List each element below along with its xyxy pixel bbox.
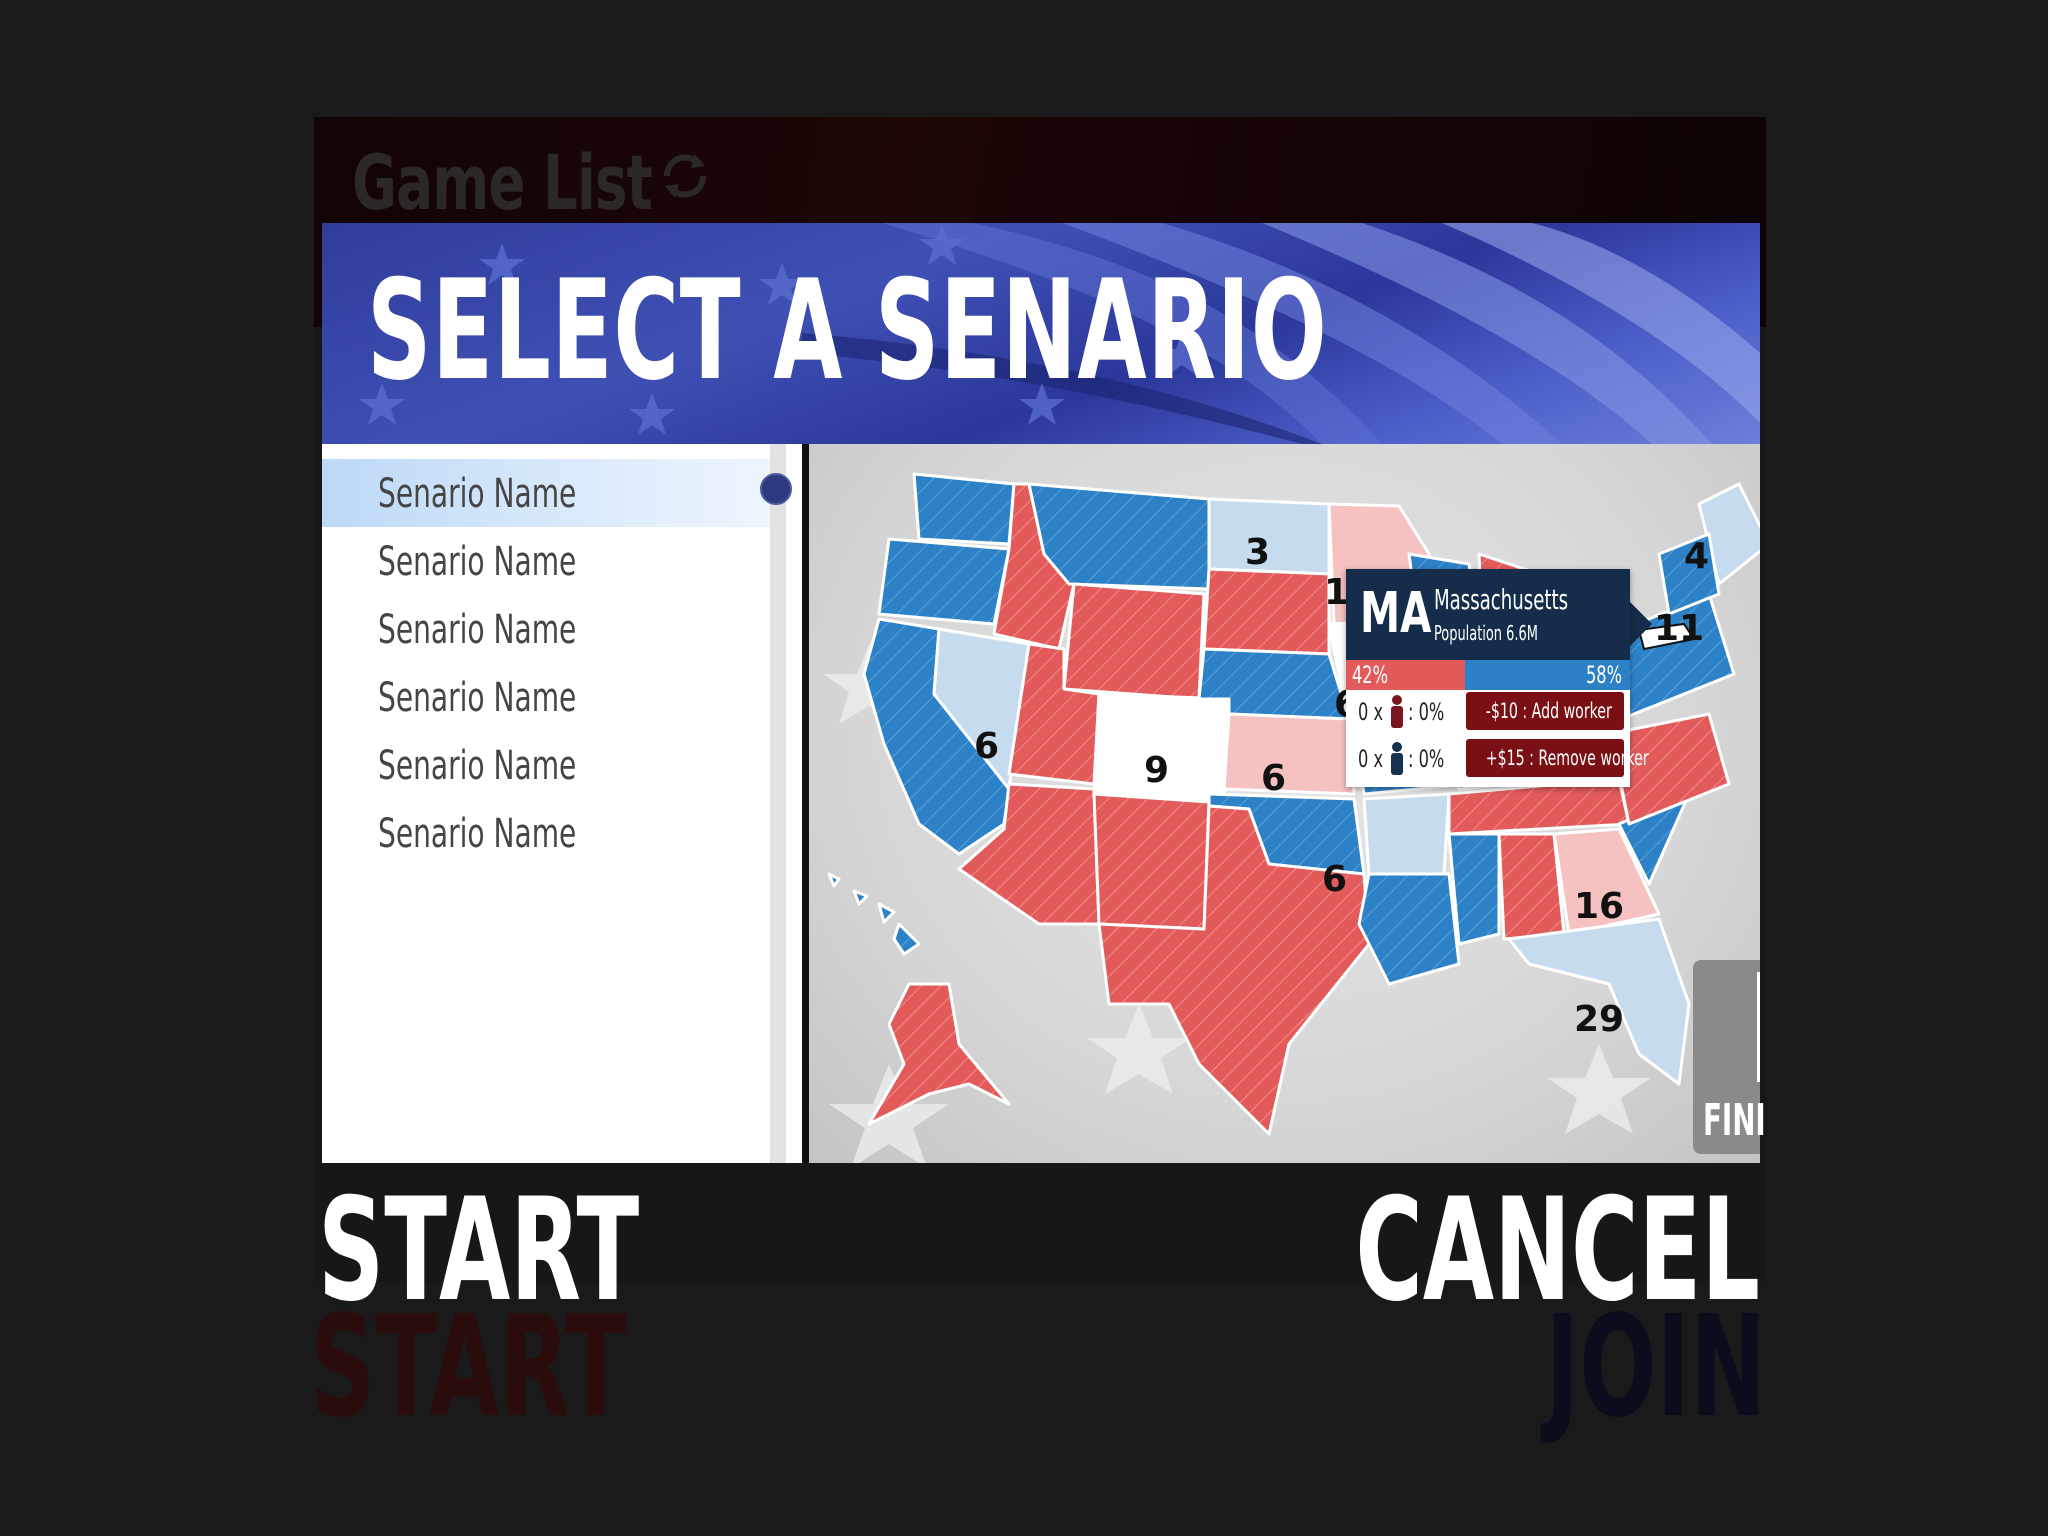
state-shape bbox=[912, 472, 1016, 546]
state-abbreviation: MA bbox=[1360, 581, 1432, 646]
popup-pointer bbox=[1628, 600, 1652, 648]
red-share-label: 42% bbox=[1352, 661, 1388, 689]
state-name: Massachusetts bbox=[1434, 583, 1569, 616]
scenario-item[interactable]: Senario Name bbox=[322, 731, 770, 799]
add-worker-button-label: -$10 : Add worker bbox=[1485, 699, 1612, 723]
scenario-item-label: Senario Name bbox=[378, 607, 577, 653]
red-worker-row: 0 x : 0% -$10 : Add worker bbox=[1346, 692, 1630, 734]
finish-tab-marker bbox=[1757, 972, 1760, 1082]
scenario-item[interactable]: Senario Name bbox=[322, 595, 770, 663]
worker-count: 0 x bbox=[1358, 698, 1384, 726]
scenario-item[interactable]: Senario Name bbox=[322, 799, 770, 867]
worker-person-icon bbox=[1391, 742, 1403, 775]
scenario-list-scrollbar[interactable] bbox=[770, 444, 786, 1163]
scenario-item-label: Senario Name bbox=[378, 471, 577, 517]
scenario-item[interactable]: Senario Name bbox=[322, 459, 770, 527]
scenario-item-label: Senario Name bbox=[378, 539, 577, 585]
panel-divider bbox=[802, 444, 809, 1163]
modal-title: SELECT A SENARIO bbox=[367, 250, 1328, 411]
worker-percent: : 0% bbox=[1408, 745, 1445, 773]
blue-worker-row: 0 x : 0% +$15 : Remove worker bbox=[1346, 739, 1649, 781]
scenario-item[interactable]: Senario Name bbox=[322, 527, 770, 595]
game-list-title: Game List bbox=[352, 138, 653, 227]
scenario-item-label: Senario Name bbox=[378, 811, 577, 857]
start-button[interactable]: START bbox=[318, 1180, 639, 1322]
us-electoral-map bbox=[823, 472, 1760, 1163]
blue-share-label: 58% bbox=[1586, 661, 1622, 689]
popup-header: MA Massachusetts Population 6.6M bbox=[1346, 569, 1630, 660]
finish-tab-label: FINI bbox=[1703, 1095, 1766, 1146]
worker-percent: : 0% bbox=[1408, 698, 1445, 726]
add-worker-button[interactable]: -$10 : Add worker bbox=[1466, 692, 1624, 730]
worker-person-icon bbox=[1391, 695, 1403, 728]
state-population: Population 6.6M bbox=[1434, 621, 1538, 645]
worker-count: 0 x bbox=[1358, 745, 1384, 773]
refresh-icon[interactable] bbox=[657, 148, 713, 204]
scenario-item-label: Senario Name bbox=[378, 743, 577, 789]
cancel-button[interactable]: CANCEL bbox=[1355, 1180, 1760, 1322]
scenario-item-label: Senario Name bbox=[378, 675, 577, 721]
scenario-item[interactable]: Senario Name bbox=[322, 663, 770, 731]
remove-worker-button[interactable]: +$15 : Remove worker bbox=[1466, 739, 1649, 777]
remove-worker-button-label: +$15 : Remove worker bbox=[1485, 746, 1649, 770]
us-map-panel bbox=[809, 444, 1760, 1163]
state-info-popup: MA Massachusetts Population 6.6M 42% 58%… bbox=[1346, 569, 1649, 787]
scroll-knob[interactable] bbox=[760, 473, 792, 505]
